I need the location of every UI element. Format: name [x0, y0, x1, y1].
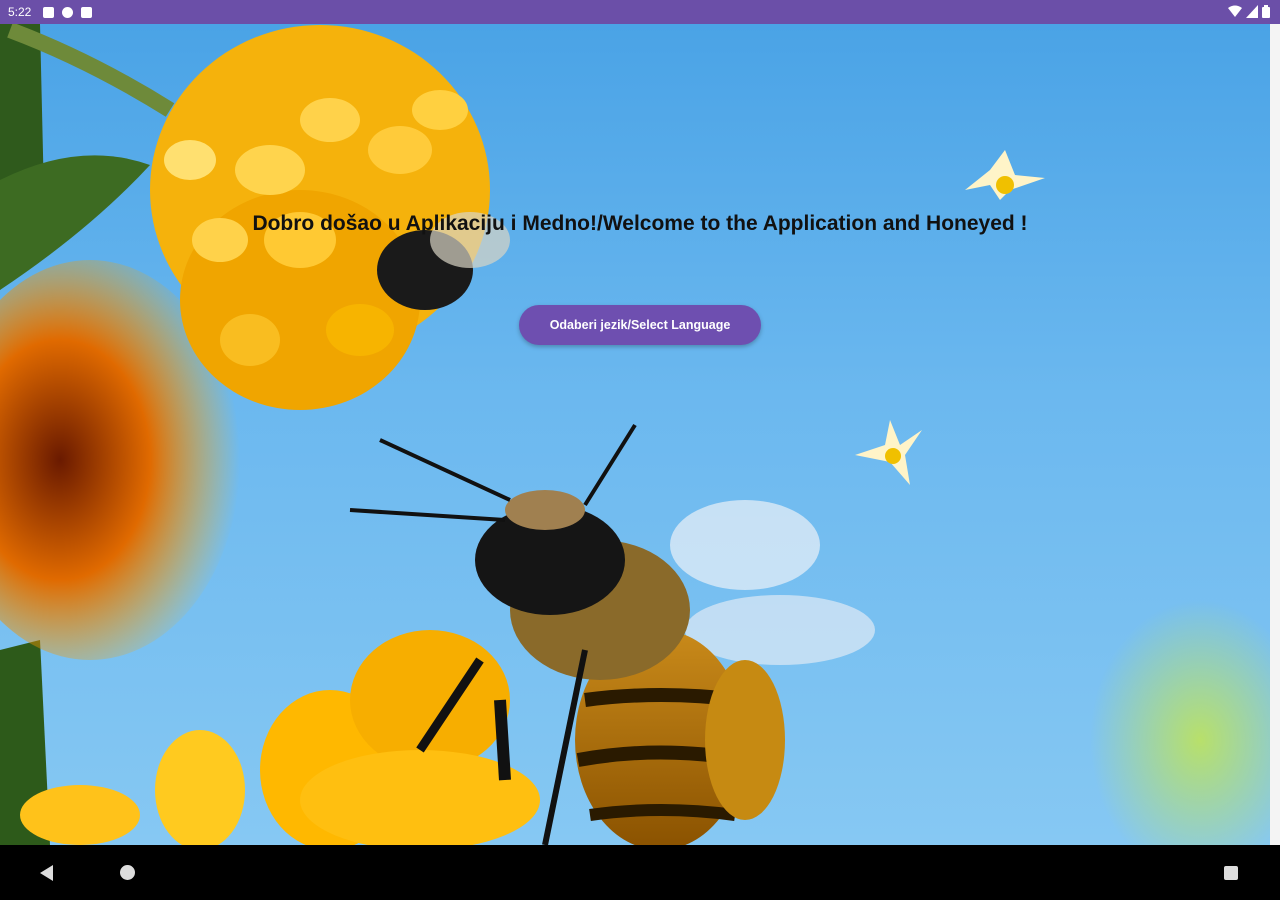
battery-icon — [1262, 5, 1270, 18]
recents-icon[interactable] — [1224, 866, 1238, 880]
status-time: 5:22 — [8, 5, 32, 19]
select-language-button[interactable]: Odaberi jezik/Select Language — [519, 305, 761, 345]
status-icons-right — [1228, 5, 1270, 18]
home-icon[interactable] — [120, 865, 135, 880]
bee-flower-illustration — [0, 24, 1270, 845]
app-icon — [62, 6, 74, 18]
wifi-icon — [1228, 5, 1242, 17]
background-image: Dobro došao u Aplikaciju i Medno!/Welcom… — [0, 24, 1270, 845]
welcome-title: Dobro došao u Aplikaciju i Medno!/Welcom… — [252, 212, 1028, 235]
notification-icon — [43, 6, 55, 18]
signal-icon — [1246, 5, 1258, 18]
navigation-bar — [0, 845, 1280, 900]
status-bar: 5:22 — [0, 0, 1280, 24]
right-edge-strip — [1270, 24, 1280, 845]
sd-card-icon — [81, 6, 93, 18]
status-icons-left — [43, 6, 93, 18]
back-icon[interactable] — [40, 865, 53, 881]
